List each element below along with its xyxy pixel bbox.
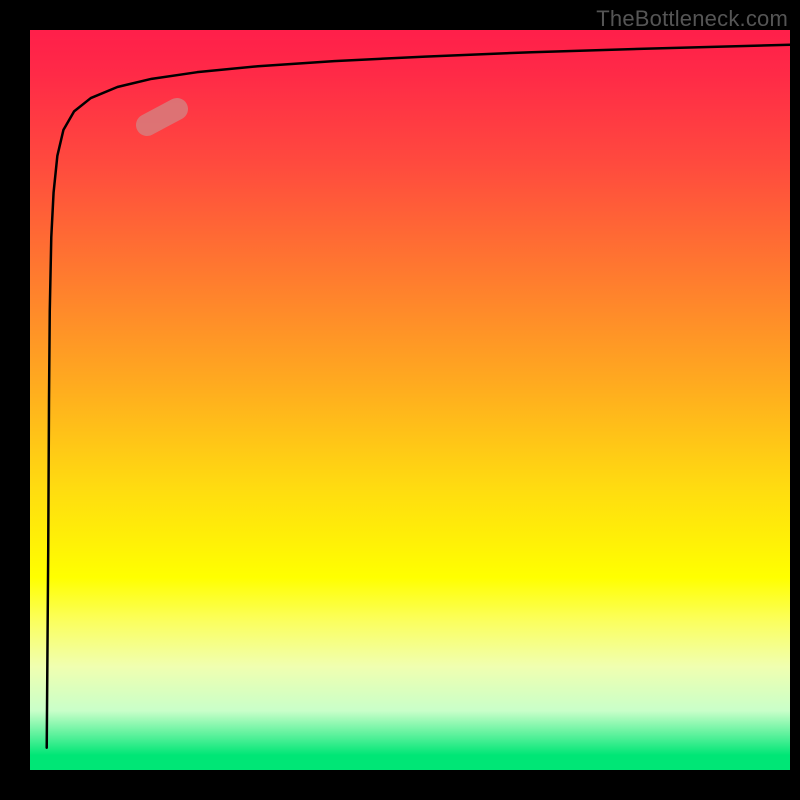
bottleneck-curve <box>30 30 790 770</box>
plot-area <box>30 30 790 770</box>
watermark-label: TheBottleneck.com <box>596 6 788 32</box>
